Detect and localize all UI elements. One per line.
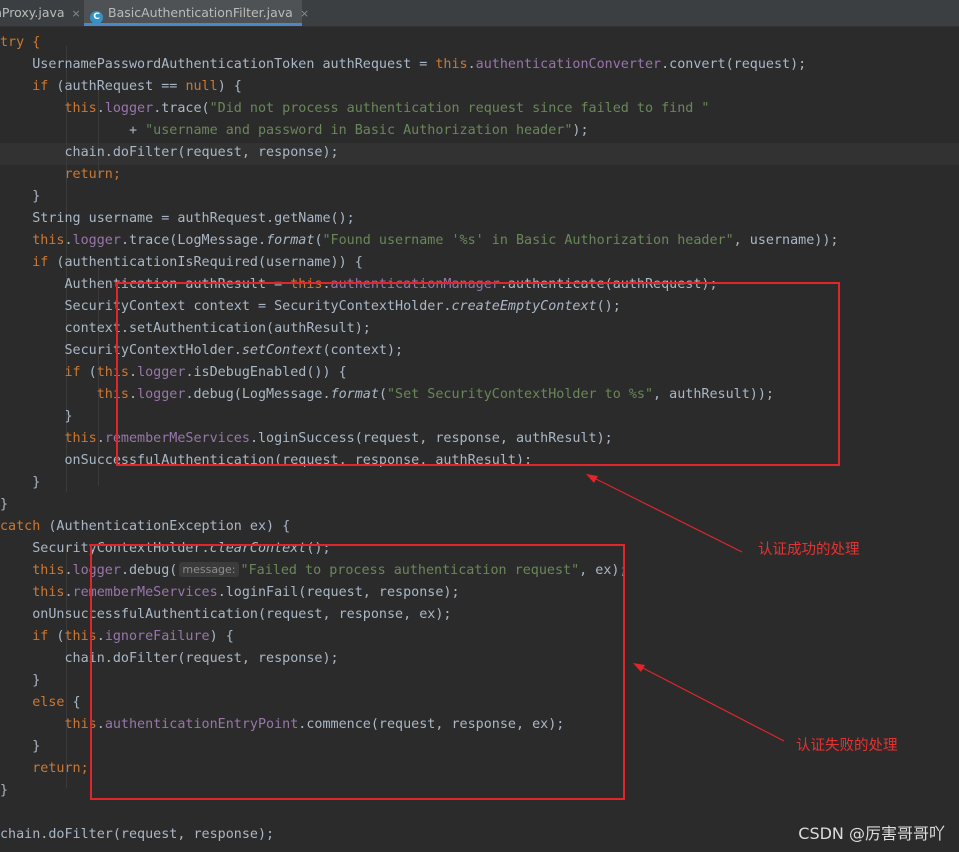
success-annotation: 认证成功的处理 <box>758 542 860 558</box>
annotation-arrows <box>586 474 785 742</box>
failure-annotation: 认证失败的处理 <box>796 738 898 754</box>
success-arrow <box>586 474 743 553</box>
csdn-watermark: CSDN @厉害哥哥吖 <box>798 824 945 843</box>
failure-arrow <box>633 663 785 742</box>
